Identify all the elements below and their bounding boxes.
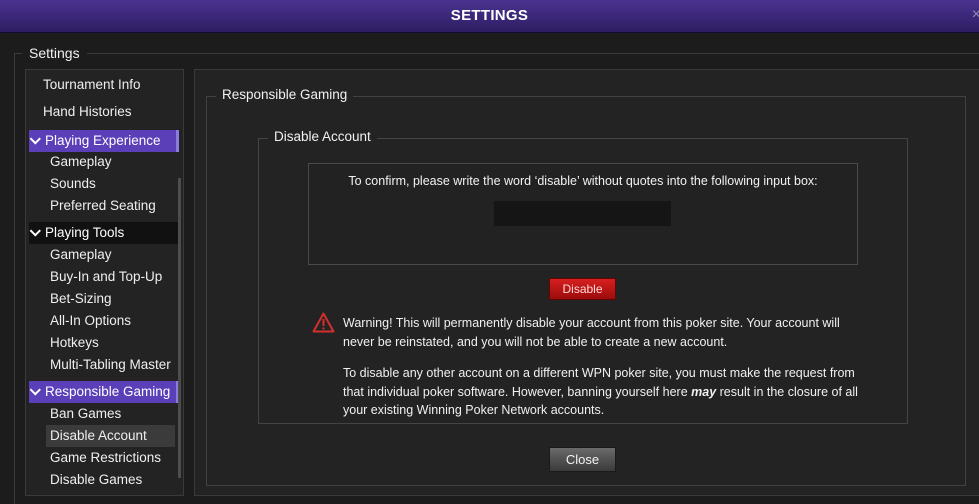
sidebar-item-bet-sizing[interactable]: Bet-Sizing (50, 288, 112, 310)
sidebar-item-hand-histories[interactable]: Hand Histories (43, 101, 132, 123)
sidebar-item-buy-in-top-up[interactable]: Buy-In and Top-Up (50, 266, 162, 288)
sidebar-section-label: Playing Experience (45, 133, 161, 148)
window-close-icon[interactable]: × (972, 6, 979, 24)
disable-button[interactable]: Disable (549, 278, 616, 300)
confirm-prompt: To confirm, please write the word ‘disab… (348, 174, 818, 188)
settings-group-label: Settings (22, 45, 87, 61)
sidebar-item-hotkeys[interactable]: Hotkeys (50, 332, 99, 354)
sidebar-section-label: Responsible Gaming (45, 384, 171, 399)
sidebar-scrollbar[interactable] (178, 178, 181, 478)
responsible-gaming-title: Responsible Gaming (216, 87, 354, 102)
info-text: To disable any other account on a differ… (343, 364, 863, 420)
sidebar-item-all-in-options[interactable]: All-In Options (50, 310, 131, 332)
sidebar-item-disable-account[interactable]: Disable Account (46, 425, 175, 447)
disable-account-title: Disable Account (268, 129, 377, 144)
sidebar-item-disable-games[interactable]: Disable Games (50, 469, 142, 491)
sidebar-item-preferred-seating[interactable]: Preferred Seating (50, 195, 156, 217)
close-button[interactable]: Close (549, 447, 616, 472)
warning-icon (312, 312, 335, 333)
sidebar-item-gameplay[interactable]: Gameplay (50, 151, 112, 173)
title-bar: SETTINGS × (0, 0, 979, 33)
info-text-emphasis: may (691, 384, 717, 399)
warning-text: Warning! This will permanently disable y… (343, 316, 840, 349)
sidebar-section-playing-tools[interactable]: Playing Tools (29, 222, 179, 244)
chevron-down-icon (29, 384, 41, 396)
window-title: SETTINGS (450, 7, 529, 24)
sidebar-section-playing-experience[interactable]: Playing Experience (29, 130, 179, 152)
sidebar-item-ban-games[interactable]: Ban Games (50, 403, 121, 425)
sidebar-item-tournament-info[interactable]: Tournament Info (43, 74, 141, 96)
sidebar-section-responsible-gaming[interactable]: Responsible Gaming (29, 381, 179, 403)
confirm-disable-input[interactable] (494, 201, 671, 226)
sidebar-item-game-restrictions[interactable]: Game Restrictions (50, 447, 161, 469)
sidebar-item-tools-gameplay[interactable]: Gameplay (50, 244, 112, 266)
chevron-down-icon (29, 225, 41, 237)
sidebar-item-sounds[interactable]: Sounds (50, 173, 96, 195)
chevron-down-icon (29, 133, 41, 145)
settings-sidebar: Tournament Info Hand Histories Playing E… (25, 69, 184, 496)
sidebar-item-multi-tabling-master[interactable]: Multi-Tabling Master (50, 354, 171, 376)
sidebar-section-label: Playing Tools (45, 225, 125, 240)
